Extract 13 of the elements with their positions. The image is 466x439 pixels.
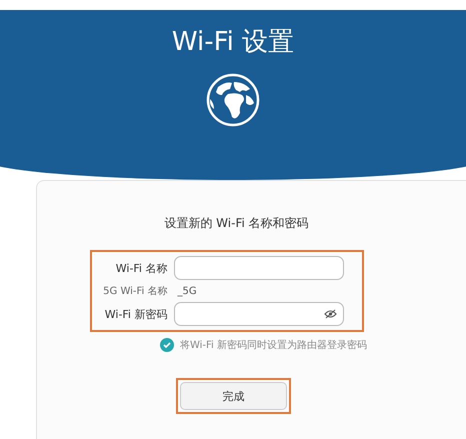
page-title: Wi-Fi 设置 xyxy=(172,26,294,59)
eye-hidden-icon[interactable] xyxy=(324,309,336,319)
password-input-field[interactable] xyxy=(174,302,344,326)
form-heading: 设置新的 Wi-Fi 名称和密码 xyxy=(164,215,309,232)
field-label: Wi-Fi 新密码 xyxy=(104,306,168,322)
field-label: Wi-Fi 名称 xyxy=(114,260,168,276)
done-button[interactable]: 完成 xyxy=(180,382,287,410)
globe-icon xyxy=(206,73,260,127)
checkbox-label: 将Wi-Fi 新密码同时设置为路由器登录密码 xyxy=(180,338,368,352)
checkbox[interactable] xyxy=(160,338,174,352)
field-label: 5G Wi-Fi 名称 xyxy=(102,285,168,298)
name-input-field[interactable] xyxy=(174,256,344,280)
field-value: _5G xyxy=(176,286,198,296)
